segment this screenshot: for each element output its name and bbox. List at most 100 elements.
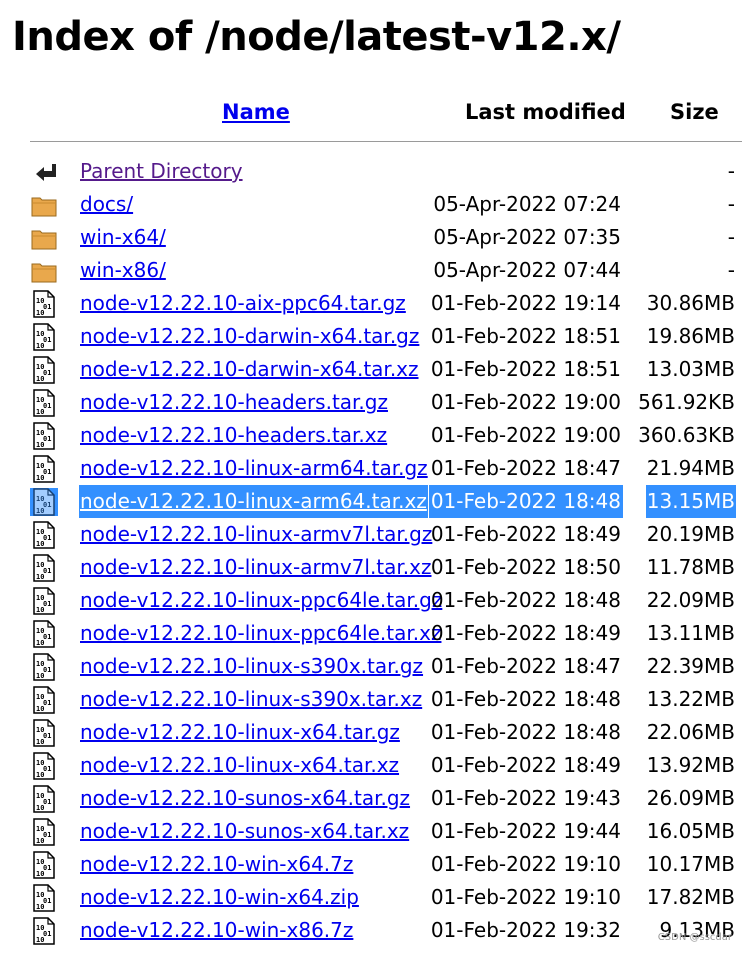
last-modified-cell: 01-Feb-2022 19:00 bbox=[430, 390, 621, 414]
file-link[interactable]: node-v12.22.10-sunos-x64.tar.xz bbox=[79, 815, 410, 848]
file-link[interactable]: node-v12.22.10-win-x64.7z bbox=[79, 848, 354, 881]
size-cell: 16.05MB bbox=[646, 819, 735, 843]
table-row: 10 01 10 node-v12.22.10-linux-x64.tar.xz 01-… bbox=[0, 749, 742, 782]
table-row: 10 01 10 node-v12.22.10-sunos-x64.tar.gz 01-… bbox=[0, 782, 742, 815]
binary-file-icon: 10 01 10 bbox=[30, 686, 58, 714]
file-link[interactable]: node-v12.22.10-linux-armv7l.tar.xz bbox=[79, 551, 432, 584]
svg-text:10: 10 bbox=[36, 936, 44, 944]
svg-text:10: 10 bbox=[36, 639, 44, 647]
header-divider bbox=[30, 141, 742, 142]
file-link[interactable]: node-v12.22.10-linux-ppc64le.tar.xz bbox=[79, 617, 442, 650]
size-cell: 13.03MB bbox=[646, 357, 735, 381]
parent-directory-link[interactable]: Parent Directory bbox=[79, 155, 244, 188]
binary-file-icon: 10 01 10 bbox=[30, 785, 58, 813]
table-row: 10 01 10 node-v12.22.10-aix-ppc64.tar.gz 01-… bbox=[0, 287, 742, 320]
binary-file-icon: 10 01 10 bbox=[30, 323, 58, 351]
size-cell: - bbox=[727, 159, 735, 183]
table-row: 10 01 10 node-v12.22.10-sunos-x64.tar.xz 01-… bbox=[0, 815, 742, 848]
column-header-size: Size bbox=[670, 100, 719, 124]
size-cell: 360.63KB bbox=[638, 423, 735, 447]
file-link[interactable]: node-v12.22.10-aix-ppc64.tar.gz bbox=[79, 287, 407, 320]
svg-text:10: 10 bbox=[36, 804, 44, 812]
binary-file-icon: 10 01 10 bbox=[30, 587, 58, 615]
column-header-name[interactable]: Name bbox=[222, 100, 290, 124]
file-link[interactable]: node-v12.22.10-linux-armv7l.tar.gz bbox=[79, 518, 433, 551]
column-header-last-modified: Last modified bbox=[465, 100, 626, 124]
last-modified-cell: 01-Feb-2022 19:32 bbox=[430, 918, 621, 942]
table-row: 10 01 10 node-v12.22.10-win-x64.zip 01-Feb-2… bbox=[0, 881, 742, 914]
table-row: 10 01 10 node-v12.22.10-linux-s390x.tar.gz 0… bbox=[0, 650, 742, 683]
table-row: 10 01 10 node-v12.22.10-headers.tar.xz 01-Fe… bbox=[0, 419, 742, 452]
file-link[interactable]: node-v12.22.10-linux-x64.tar.xz bbox=[79, 749, 400, 782]
last-modified-cell: 01-Feb-2022 18:51 bbox=[430, 357, 621, 381]
binary-file-icon: 10 01 10 bbox=[30, 389, 58, 417]
last-modified-cell: 01-Feb-2022 19:14 bbox=[430, 291, 621, 315]
file-link[interactable]: node-v12.22.10-linux-x64.tar.gz bbox=[79, 716, 401, 749]
last-modified-cell: 01-Feb-2022 18:49 bbox=[430, 522, 621, 546]
table-row: 10 01 10 node-v12.22.10-linux-arm64.tar.xz 0… bbox=[0, 485, 742, 518]
table-row: win-x86/05-Apr-2022 07:44 - bbox=[0, 254, 742, 287]
size-cell: - bbox=[727, 192, 735, 216]
svg-text:10: 10 bbox=[36, 771, 44, 779]
table-row: 10 01 10 node-v12.22.10-linux-ppc64le.tar.x… bbox=[0, 617, 742, 650]
table-row: 10 01 10 node-v12.22.10-darwin-x64.tar.xz 01… bbox=[0, 353, 742, 386]
binary-file-icon: 10 01 10 bbox=[30, 554, 58, 582]
file-link[interactable]: node-v12.22.10-win-x64.zip bbox=[79, 881, 360, 914]
svg-text:10: 10 bbox=[36, 441, 44, 449]
last-modified-cell: 01-Feb-2022 18:47 bbox=[430, 456, 621, 480]
binary-file-icon: 10 01 10 bbox=[30, 818, 58, 846]
table-row: win-x64/05-Apr-2022 07:35 - bbox=[0, 221, 742, 254]
binary-file-icon: 10 01 10 bbox=[30, 620, 58, 648]
binary-file-icon: 10 01 10 bbox=[30, 653, 58, 681]
size-cell: - bbox=[727, 258, 735, 282]
table-row: 10 01 10 node-v12.22.10-linux-armv7l.tar.xz… bbox=[0, 551, 742, 584]
size-cell: 11.78MB bbox=[646, 555, 735, 579]
file-link[interactable]: node-v12.22.10-darwin-x64.tar.xz bbox=[79, 353, 420, 386]
file-link[interactable]: node-v12.22.10-sunos-x64.tar.gz bbox=[79, 782, 411, 815]
svg-text:10: 10 bbox=[36, 903, 44, 911]
table-row: docs/05-Apr-2022 07:24 - bbox=[0, 188, 742, 221]
file-link[interactable]: node-v12.22.10-win-x86.7z bbox=[79, 914, 354, 947]
last-modified-cell: 01-Feb-2022 18:49 bbox=[430, 753, 621, 777]
size-cell: 22.06MB bbox=[646, 720, 735, 744]
file-link[interactable]: node-v12.22.10-linux-s390x.tar.xz bbox=[79, 683, 423, 716]
last-modified-cell: 01-Feb-2022 18:49 bbox=[430, 621, 621, 645]
table-row: Parent Directory - bbox=[0, 155, 742, 188]
size-cell: 19.86MB bbox=[646, 324, 735, 348]
file-link[interactable]: node-v12.22.10-headers.tar.gz bbox=[79, 386, 389, 419]
last-modified-cell: 05-Apr-2022 07:35 bbox=[433, 225, 621, 249]
size-cell: 17.82MB bbox=[646, 885, 735, 909]
svg-text:10: 10 bbox=[36, 309, 44, 317]
svg-text:10: 10 bbox=[36, 375, 44, 383]
svg-text:10: 10 bbox=[36, 738, 44, 746]
back-icon bbox=[30, 158, 58, 186]
size-cell: 10.17MB bbox=[646, 852, 735, 876]
file-link[interactable]: node-v12.22.10-linux-arm64.tar.xz bbox=[79, 485, 428, 518]
file-link[interactable]: node-v12.22.10-linux-arm64.tar.gz bbox=[79, 452, 429, 485]
file-link[interactable]: win-x86/ bbox=[79, 254, 167, 287]
size-cell: 561.92KB bbox=[638, 390, 735, 414]
size-cell: 13.15MB bbox=[645, 485, 736, 518]
file-link[interactable]: node-v12.22.10-linux-ppc64le.tar.gz bbox=[79, 584, 443, 617]
table-row: 10 01 10 node-v12.22.10-win-x64.7z 01-Feb-20… bbox=[0, 848, 742, 881]
svg-text:10: 10 bbox=[36, 540, 44, 548]
folder-icon bbox=[30, 191, 58, 219]
binary-file-icon: 10 01 10 bbox=[30, 422, 58, 450]
file-link[interactable]: node-v12.22.10-darwin-x64.tar.gz bbox=[79, 320, 420, 353]
binary-file-icon: 10 01 10 bbox=[30, 752, 58, 780]
svg-text:10: 10 bbox=[36, 837, 44, 845]
last-modified-cell: 01-Feb-2022 19:00 bbox=[430, 423, 621, 447]
file-link[interactable]: node-v12.22.10-headers.tar.xz bbox=[79, 419, 388, 452]
file-link[interactable]: docs/ bbox=[79, 188, 134, 221]
file-link[interactable]: win-x64/ bbox=[79, 221, 167, 254]
sort-by-name-link[interactable]: Name bbox=[222, 100, 290, 124]
binary-file-icon: 10 01 10 bbox=[30, 719, 58, 747]
svg-text:10: 10 bbox=[36, 870, 44, 878]
last-modified-cell: 05-Apr-2022 07:24 bbox=[433, 192, 621, 216]
size-cell: 21.94MB bbox=[646, 456, 735, 480]
size-cell: - bbox=[727, 225, 735, 249]
file-link[interactable]: node-v12.22.10-linux-s390x.tar.gz bbox=[79, 650, 424, 683]
folder-icon bbox=[30, 257, 58, 285]
binary-file-icon: 10 01 10 bbox=[30, 356, 58, 384]
binary-file-icon: 10 01 10 bbox=[30, 488, 58, 516]
